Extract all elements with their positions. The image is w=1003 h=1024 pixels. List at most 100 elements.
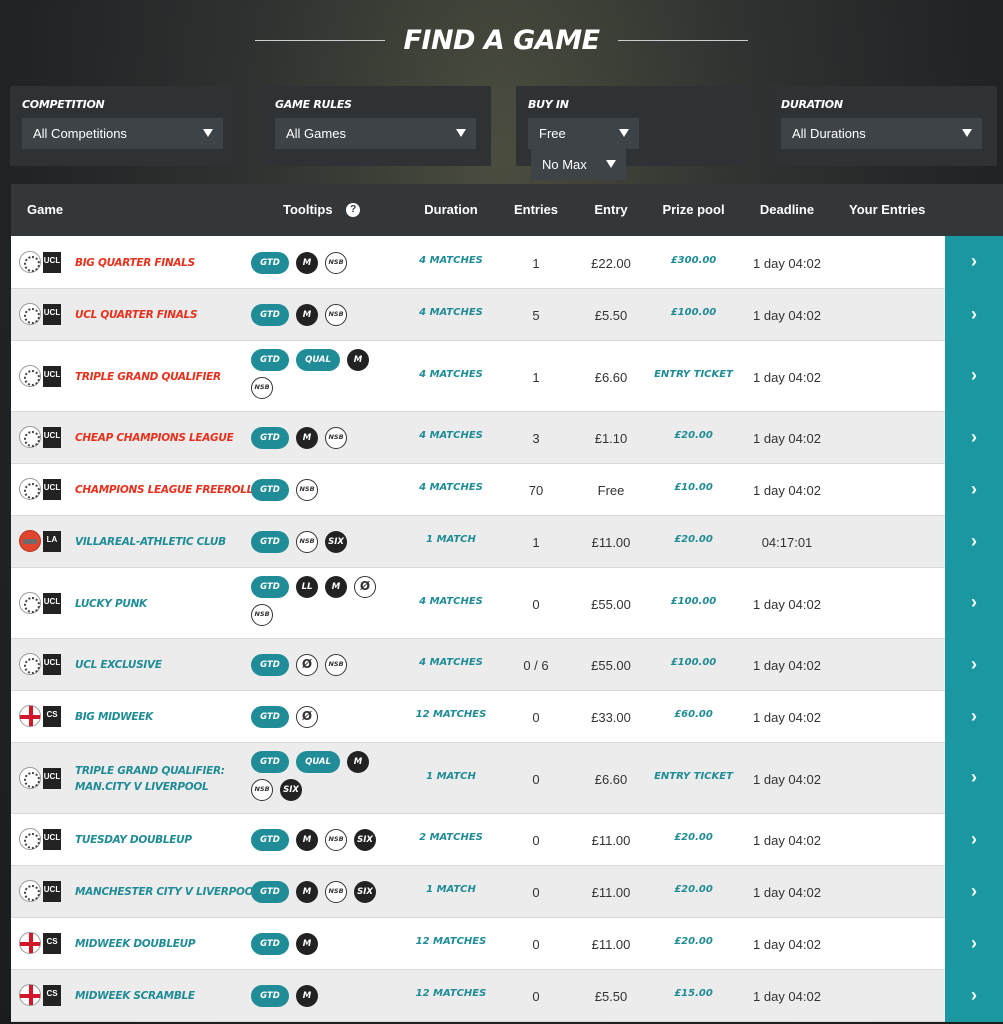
m-tag[interactable]: M <box>347 349 369 371</box>
gtd-tag[interactable]: GTD <box>251 881 289 903</box>
game-name-link[interactable]: MANCHESTER CITY V LIVERPOOL <box>75 884 260 900</box>
m-tag[interactable]: M <box>296 251 318 274</box>
chevron-right-icon[interactable]: › <box>945 814 1003 866</box>
chevron-right-icon[interactable]: › <box>945 970 1003 1022</box>
chevron-right-icon[interactable]: › <box>945 464 1003 516</box>
six-tag[interactable]: SIX <box>325 531 347 553</box>
game-name-link[interactable]: CHEAP CHAMPIONS LEAGUE <box>75 430 234 446</box>
gtd-tag[interactable]: GTD <box>251 304 289 326</box>
gtd-tag[interactable]: GTD <box>251 985 289 1007</box>
table-row[interactable]: UCL LUCKY PUNK GTD LL M Ø NSB 4 MATCHES 0 £55.00 £… <box>11 568 1003 639</box>
nsb-tag[interactable]: NSB <box>296 531 318 553</box>
m-tag[interactable]: M <box>325 576 347 598</box>
chevron-right-icon[interactable]: › <box>945 289 1003 341</box>
no-captain-icon[interactable]: Ø <box>296 654 318 676</box>
gtd-tag[interactable]: GTD <box>251 531 289 553</box>
game-name-link[interactable]: BIG MIDWEEK <box>75 709 153 725</box>
entry-fee-value: £6.60 <box>594 369 628 385</box>
m-tag[interactable]: M <box>347 751 369 773</box>
table-row[interactable]: UCL TUESDAY DOUBLEUP GTD M NSB SIX 2 MATCHES 0 £… <box>11 814 1003 866</box>
nsb-tag[interactable]: NSB <box>325 829 347 851</box>
gtd-tag[interactable]: GTD <box>251 933 289 955</box>
game-name-line: UCL EXCLUSIVE <box>75 659 162 671</box>
m-tag[interactable]: M <box>296 304 318 326</box>
gtd-tag[interactable]: GTD <box>251 251 289 274</box>
nsb-tag[interactable]: NSB <box>325 427 347 449</box>
gtd-tag[interactable]: GTD <box>251 349 289 371</box>
nsb-tag[interactable]: NSB <box>251 779 273 801</box>
game-name-link[interactable]: LUCKY PUNK <box>75 596 147 612</box>
nsb-tag[interactable]: NSB <box>325 654 347 676</box>
game-name-link[interactable]: UCL EXCLUSIVE <box>75 657 162 673</box>
competition-select[interactable]: All Competitions <box>22 118 223 149</box>
gtd-tag[interactable]: GTD <box>251 751 289 773</box>
nsb-tag[interactable]: NSB <box>251 604 273 626</box>
chevron-right-icon[interactable]: › <box>945 516 1003 568</box>
gtd-tag[interactable]: GTD <box>251 576 289 598</box>
table-row[interactable]: UCL CHAMPIONS LEAGUE FREEROLL GTD NSB 4 MATC… <box>11 464 1003 516</box>
column-header-entry: Entry <box>594 202 628 217</box>
table-row[interactable]: CS MIDWEEK SCRAMBLE GTD M 12 MATCHES 0 £5.50 £1… <box>11 970 1003 1022</box>
six-tag[interactable]: SIX <box>280 779 302 801</box>
gtd-tag[interactable]: GTD <box>251 427 289 449</box>
table-row[interactable]: UCL CHEAP CHAMPIONS LEAGUE GTD M NSB 4 MATCHE… <box>11 412 1003 464</box>
no-captain-icon[interactable]: Ø <box>296 706 318 728</box>
chevron-right-icon[interactable]: › <box>945 866 1003 918</box>
gtd-tag[interactable]: GTD <box>251 706 289 728</box>
gtd-tag[interactable]: GTD <box>251 479 289 501</box>
table-row[interactable]: CS BIG MIDWEEK GTD Ø 12 MATCHES 0 £33.00 £60.00… <box>11 691 1003 743</box>
buy-in-min-select[interactable]: Free <box>528 118 639 149</box>
six-tag[interactable]: SIX <box>354 829 376 851</box>
ll-tag[interactable]: LL <box>296 576 318 598</box>
six-tag[interactable]: SIX <box>354 881 376 903</box>
chevron-right-icon[interactable]: › <box>945 412 1003 464</box>
chevron-right-icon[interactable]: › <box>945 691 1003 743</box>
m-tag[interactable]: M <box>296 881 318 903</box>
table-row[interactable]: UCL UCL EXCLUSIVE GTD Ø NSB 4 MATCHES 0 / 6 £55… <box>11 639 1003 691</box>
chevron-right-icon[interactable]: › <box>945 918 1003 970</box>
nsb-tag[interactable]: NSB <box>296 479 318 501</box>
gtd-tag[interactable]: GTD <box>251 829 289 851</box>
m-tag[interactable]: M <box>296 829 318 851</box>
m-tag[interactable]: M <box>296 933 318 955</box>
game-name-link[interactable]: MIDWEEK DOUBLEUP <box>75 936 196 952</box>
chevron-right-icon[interactable]: › <box>945 743 1003 814</box>
table-row[interactable]: UCL TRIPLE GRAND QUALIFIER GTD QUAL M NSB 4 MA… <box>11 341 1003 412</box>
chevron-right-icon[interactable]: › <box>945 639 1003 691</box>
table-row[interactable]: UCL TRIPLE GRAND QUALIFIER: MAN.CITY V LIV… <box>11 743 1003 814</box>
m-tag[interactable]: M <box>296 985 318 1007</box>
qual-tag[interactable]: QUAL <box>296 349 340 371</box>
game-name-link[interactable]: MIDWEEK SCRAMBLE <box>75 988 195 1004</box>
no-captain-icon[interactable]: Ø <box>354 576 376 598</box>
game-name-link[interactable]: TRIPLE GRAND QUALIFIER <box>75 369 221 385</box>
game-name-link[interactable]: CHAMPIONS LEAGUE FREEROLL <box>75 482 253 498</box>
table-row[interactable]: CS MIDWEEK DOUBLEUP GTD M 12 MATCHES 0 £11.00 £… <box>11 918 1003 970</box>
help-icon[interactable]: ? <box>346 202 361 217</box>
tooltip-tags: GTD QUAL M NSB SIX <box>251 751 391 801</box>
game-name-link[interactable]: TRIPLE GRAND QUALIFIER: MAN.CITY V LIVERP… <box>75 763 225 795</box>
table-row[interactable]: UCL UCL QUARTER FINALS GTD M NSB 4 MATCHES 5 £5… <box>11 289 1003 341</box>
chevron-right-icon[interactable]: › <box>945 236 1003 289</box>
buy-in-max-select[interactable]: No Max <box>531 149 626 180</box>
game-name-link[interactable]: VILLAREAL-ATHLETIC CLUB <box>75 534 226 550</box>
chevron-right-icon[interactable]: › <box>945 341 1003 412</box>
duration-select[interactable]: All Durations <box>781 118 982 149</box>
m-tag[interactable]: M <box>296 427 318 449</box>
gtd-tag[interactable]: GTD <box>251 654 289 676</box>
competition-icon: UCL <box>19 478 64 502</box>
game-name-link[interactable]: BIG QUARTER FINALS <box>75 255 195 271</box>
qual-tag[interactable]: QUAL <box>296 751 340 773</box>
nsb-tag[interactable]: NSB <box>325 251 347 274</box>
nsb-tag[interactable]: NSB <box>251 377 273 399</box>
nsb-tag[interactable]: NSB <box>325 881 347 903</box>
game-name-link[interactable]: UCL QUARTER FINALS <box>75 307 198 323</box>
table-row[interactable]: UCL MANCHESTER CITY V LIVERPOOL GTD M NSB SIX… <box>11 866 1003 918</box>
competition-select-value: All Competitions <box>33 126 127 141</box>
table-row[interactable]: UCL BIG QUARTER FINALS GTD M NSB 4 MATCHES 1 £2… <box>11 236 1003 289</box>
game-rules-select[interactable]: All Games <box>275 118 476 149</box>
deadline-value: 1 day 04:02 <box>753 771 821 787</box>
nsb-tag[interactable]: NSB <box>325 304 347 326</box>
table-row[interactable]: LA VILLAREAL-ATHLETIC CLUB GTD NSB SIX 1 MATC… <box>11 516 1003 568</box>
game-name-link[interactable]: TUESDAY DOUBLEUP <box>75 832 192 848</box>
chevron-right-icon[interactable]: › <box>945 568 1003 639</box>
